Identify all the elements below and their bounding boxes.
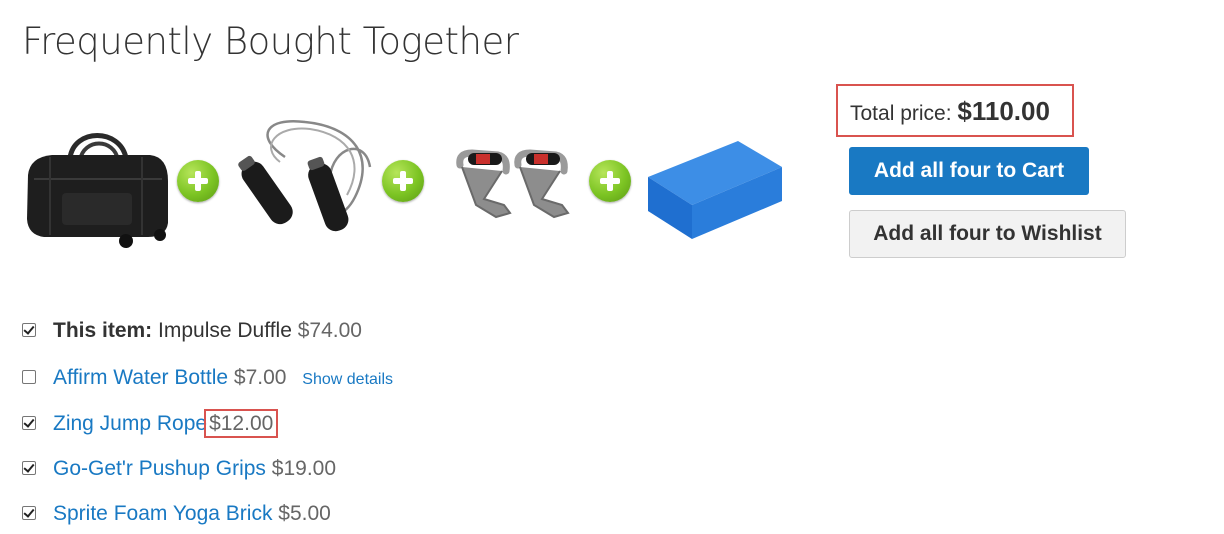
yoga-brick-image[interactable]	[642, 133, 787, 243]
item-checkbox[interactable]	[22, 370, 36, 384]
item-price: $74.00	[297, 319, 362, 342]
item-price: $7.00	[233, 366, 287, 389]
item-link[interactable]: Go-Get'r Pushup Grips	[53, 457, 266, 480]
plus-icon	[177, 160, 219, 202]
item-price: $5.00	[278, 502, 331, 525]
total-price-amount: $110.00	[957, 96, 1050, 126]
item-price: $19.00	[271, 457, 337, 480]
jump-rope-image[interactable]	[225, 117, 380, 257]
plus-icon	[589, 160, 631, 202]
section-title: Frequently Bought Together	[22, 20, 519, 63]
add-all-to-cart-button[interactable]: Add all four to Cart	[849, 147, 1089, 195]
show-details-link[interactable]: Show details	[302, 371, 393, 388]
item-checkbox[interactable]	[22, 323, 36, 337]
item-checkbox[interactable]	[22, 506, 36, 520]
pushup-grips-image[interactable]	[438, 135, 588, 245]
item-price: $12.00	[204, 409, 279, 438]
plus-icon	[382, 160, 424, 202]
item-name: Impulse Duffle	[158, 319, 292, 342]
item-checkbox[interactable]	[22, 461, 36, 475]
duffle-bag-image[interactable]	[22, 123, 172, 253]
item-link[interactable]: Sprite Foam Yoga Brick	[53, 502, 272, 525]
total-price: Total price: $110.00	[836, 84, 1074, 137]
this-item-label: This item:	[53, 319, 153, 342]
add-all-to-wishlist-button[interactable]: Add all four to Wishlist	[849, 210, 1126, 258]
total-price-label: Total price:	[850, 102, 952, 125]
product-strip	[20, 115, 810, 255]
item-link[interactable]: Affirm Water Bottle	[53, 366, 228, 389]
item-checkbox[interactable]	[22, 416, 36, 430]
item-link[interactable]: Zing Jump Rope	[53, 412, 207, 435]
